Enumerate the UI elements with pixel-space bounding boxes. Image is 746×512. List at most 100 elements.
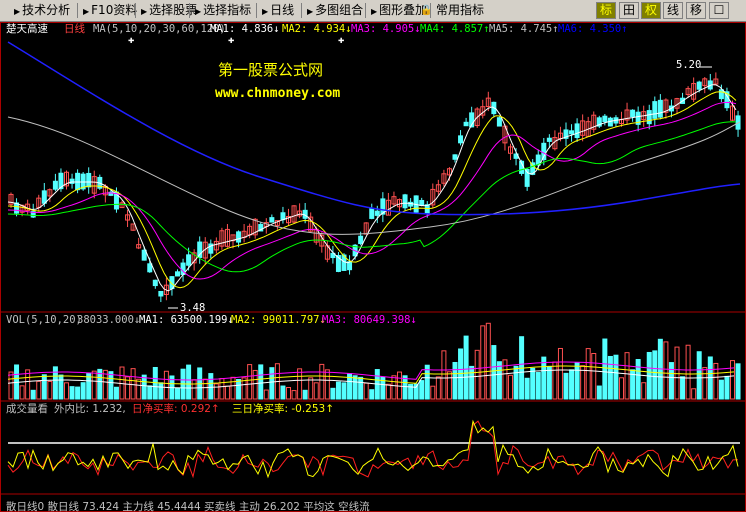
volume-bar bbox=[363, 382, 369, 400]
volume-bar bbox=[91, 370, 97, 400]
toolbar-separator bbox=[135, 3, 136, 18]
volume-bar bbox=[208, 373, 214, 400]
toolbar-square-button-5[interactable]: ☐ bbox=[709, 2, 729, 19]
toolbar-item-7[interactable]: 常用指标 bbox=[436, 2, 484, 19]
toolbar-item-1[interactable]: ▶ F10资料 bbox=[83, 2, 137, 19]
ma3-line bbox=[7, 101, 737, 280]
toolbar-item-4[interactable]: ▶ 日线 bbox=[262, 2, 294, 19]
volume-bar bbox=[75, 386, 81, 400]
volume-bar bbox=[324, 369, 330, 400]
volume-bar bbox=[668, 362, 674, 400]
marker-cross-icon: ✚ bbox=[128, 34, 135, 46]
candle-body bbox=[646, 110, 652, 125]
volume-bar bbox=[696, 351, 702, 400]
volume-bar bbox=[430, 385, 436, 400]
candle-body bbox=[652, 101, 658, 119]
candle-body bbox=[402, 194, 408, 209]
three-day-net-buy: 三日净买率: -0.253↑ bbox=[232, 403, 335, 415]
toolbar-item-6[interactable]: ▶ 图形叠加 bbox=[371, 2, 427, 19]
triangle-icon: ▶ bbox=[83, 7, 90, 16]
volume-bar bbox=[619, 377, 624, 400]
candle-body bbox=[358, 235, 364, 245]
volume-bar bbox=[452, 361, 458, 400]
volume-bar bbox=[213, 383, 219, 400]
toolbar-square-button-3[interactable]: 线 bbox=[663, 2, 683, 19]
toolbar-item-5[interactable]: ▶ 多图组合 bbox=[307, 2, 363, 19]
volume-bar bbox=[569, 369, 575, 400]
toolbar-item-label: 技术分析 bbox=[22, 3, 71, 17]
ma-value-3: MA3: 4.905↓ bbox=[351, 23, 421, 35]
ma6-line bbox=[7, 41, 741, 216]
volume-bar bbox=[258, 364, 264, 400]
candle-body bbox=[424, 204, 430, 215]
volume-bar bbox=[441, 350, 447, 400]
volume-bar bbox=[269, 367, 275, 400]
volume-bar bbox=[691, 388, 697, 400]
volume-bar bbox=[491, 345, 497, 400]
volume-bar bbox=[369, 389, 375, 400]
indicator-name: 成交量看 bbox=[6, 403, 48, 415]
volume-bar bbox=[463, 335, 469, 400]
volume-bar bbox=[607, 355, 613, 400]
volume-bar bbox=[563, 372, 569, 400]
volume-bar bbox=[596, 385, 602, 400]
candle-body bbox=[158, 290, 164, 297]
volume-bar bbox=[41, 374, 47, 400]
net-buy-line bbox=[7, 420, 739, 479]
volume-bar bbox=[524, 377, 530, 400]
toolbar-separator bbox=[365, 3, 366, 18]
ma-value-4: MA4: 4.857↑ bbox=[420, 23, 490, 35]
toolbar-item-0[interactable]: ▶ 技术分析 bbox=[14, 2, 70, 19]
volume-bar bbox=[535, 372, 541, 400]
candle-body bbox=[496, 117, 502, 127]
volume-bar bbox=[541, 356, 547, 400]
toolbar-item-label: 日线 bbox=[270, 3, 295, 17]
toolbar-square-button-4[interactable]: 移 bbox=[686, 2, 706, 19]
ma-value-6: MA6: 4.350↑ bbox=[558, 23, 628, 35]
volume-bar bbox=[224, 385, 230, 400]
candle-body bbox=[696, 81, 702, 90]
volume-bar bbox=[25, 369, 31, 400]
volume-bar bbox=[513, 365, 519, 400]
volume-bar bbox=[308, 377, 314, 400]
triangle-icon: ▶ bbox=[307, 7, 314, 16]
volume-bar bbox=[191, 379, 197, 400]
volume-bar bbox=[330, 387, 336, 400]
stock-period: 日线 bbox=[64, 23, 85, 35]
volume-bar bbox=[385, 383, 391, 400]
toolbar-square-button-0[interactable]: 标 bbox=[596, 2, 616, 19]
volume-ma1: MA1: 63500.199↓ bbox=[139, 314, 234, 326]
volume-label: VOL(5,10,20) bbox=[6, 314, 82, 326]
volume-bar bbox=[36, 380, 42, 400]
three-day-line bbox=[7, 419, 739, 479]
toolbar-square-button-2[interactable]: 权 bbox=[641, 2, 661, 19]
candle-body bbox=[152, 279, 158, 287]
volume-bar bbox=[47, 380, 53, 400]
volume-bar bbox=[685, 344, 691, 400]
volume-bar bbox=[557, 347, 563, 400]
candle-body bbox=[718, 89, 724, 100]
lock-icon[interactable]: 🔒 bbox=[420, 2, 432, 19]
toolbar-square-button-1[interactable]: 田 bbox=[619, 2, 639, 19]
volume-bar bbox=[319, 363, 325, 400]
ma-value-5: MA5: 4.745↑ bbox=[489, 23, 559, 35]
volume-bar bbox=[358, 376, 364, 400]
volume-bar bbox=[247, 364, 253, 400]
volume-value: 38033.000↓ bbox=[77, 314, 141, 326]
marker-cross-icon: ✚ bbox=[228, 34, 235, 46]
marker-cross-icon: ✚ bbox=[338, 34, 345, 46]
volume-ma2: MA2: 99011.797↓ bbox=[231, 314, 326, 326]
volume-bar bbox=[252, 369, 258, 400]
toolbar-item-3[interactable]: ▶ 选择指标 bbox=[195, 2, 251, 19]
watermark-title: 第一股票公式网 bbox=[218, 61, 324, 79]
volume-bar bbox=[641, 382, 647, 400]
triangle-icon: ▶ bbox=[141, 7, 148, 16]
volume-bar bbox=[591, 352, 597, 400]
volume-bar bbox=[58, 374, 64, 400]
volume-bar bbox=[730, 360, 735, 400]
volume-bar bbox=[186, 364, 192, 400]
volume-bar bbox=[108, 371, 114, 400]
candle-body bbox=[546, 137, 552, 142]
volume-bar bbox=[8, 371, 14, 400]
volume-bar bbox=[202, 378, 208, 400]
